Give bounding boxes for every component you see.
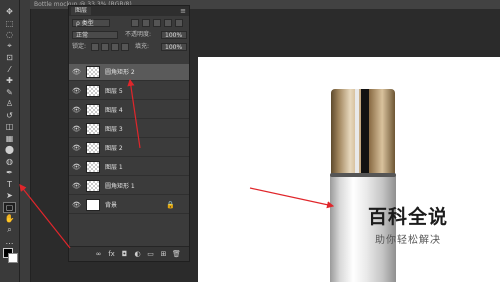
lock-pixels-icon[interactable] [91, 43, 99, 51]
rounded-rectangle-icon[interactable]: ▢ [3, 201, 16, 213]
lock-all-icon[interactable] [121, 43, 129, 51]
layer-list: 👁 圆角矩形 2 👁 图层 5 👁 图层 4 👁 图层 3 👁 图层 2 👁 图层 1 👁 圆角矩形 1 👁… [69, 64, 189, 226]
visibility-eye-icon[interactable]: 👁 [72, 182, 81, 190]
visibility-eye-icon[interactable]: 👁 [72, 106, 81, 114]
lasso-icon[interactable]: ◌ [3, 29, 16, 40]
pixel-filter-icon[interactable] [131, 19, 139, 27]
visibility-eye-icon[interactable]: 👁 [72, 125, 81, 133]
vertical-ruler [20, 0, 31, 282]
bottle-cap [331, 89, 395, 177]
layer-name: 图层 1 [105, 164, 123, 171]
layer-name: 图层 2 [105, 145, 123, 152]
watermark: 百科全说 助你轻松解决 [348, 202, 468, 262]
lock-icon: 🔒 [166, 201, 175, 209]
lock-row: 锁定: 填充: 100% [69, 43, 189, 52]
pen-icon[interactable]: ✒ [3, 167, 16, 178]
tab-layers[interactable]: 图层 [71, 7, 92, 15]
layer-row[interactable]: 👁 背景 🔒 [69, 197, 189, 214]
layer-name: 背景 [105, 202, 118, 209]
layer-name: 圆角矩形 1 [105, 183, 135, 190]
hand-icon[interactable]: ✋ [3, 213, 16, 224]
visibility-eye-icon[interactable]: 👁 [72, 68, 81, 76]
new-layer-icon[interactable]: ⊞ [159, 250, 168, 258]
layer-name: 图层 4 [105, 107, 123, 114]
watermark-title: 百科全说 [367, 206, 448, 228]
layer-thumbnail [86, 161, 100, 173]
brush-icon[interactable]: ✎ [3, 87, 16, 98]
layer-name: 图层 3 [105, 126, 123, 133]
layer-thumbnail [86, 85, 100, 97]
panel-menu-icon[interactable]: ≡ [180, 7, 186, 15]
layers-panel: 图层 ≡ ρ 类型 正常 不透明度: 100% 锁定: 填充: 100% 👁 圆角… [68, 5, 190, 262]
visibility-eye-icon[interactable]: 👁 [72, 144, 81, 152]
blend-row: 正常 不透明度: 100% [69, 31, 189, 40]
lock-paint-icon[interactable] [101, 43, 109, 51]
type-filter-icon[interactable] [153, 19, 161, 27]
visibility-eye-icon[interactable]: 👁 [72, 163, 81, 171]
layer-row[interactable]: 👁 图层 3 [69, 121, 189, 138]
quick-select-icon[interactable]: ⌖ [3, 41, 16, 52]
tools-panel: ✥ ⬚ ◌ ⌖ ⊡ ⁄ ✚ ✎ ♙ ↺ ◫ ▦ ⬤ ◍ ✒ T ➤ ▢ ✋ ⌕… [0, 0, 20, 282]
type-icon[interactable]: T [3, 179, 16, 190]
fill-field[interactable]: 100% [161, 43, 187, 51]
panel-header: 图层 ≡ [69, 6, 189, 16]
history-brush-icon[interactable]: ↺ [3, 110, 16, 121]
blend-mode-select[interactable]: 正常 [72, 31, 118, 39]
zoom-icon[interactable]: ⌕ [3, 225, 16, 236]
adjust-filter-icon[interactable] [142, 19, 150, 27]
cap-stripe [361, 89, 369, 177]
eyedropper-icon[interactable]: ⁄ [3, 64, 16, 75]
trash-icon[interactable]: 🗑 [172, 250, 181, 258]
stamp-icon[interactable]: ♙ [3, 98, 16, 109]
layer-row[interactable]: 👁 圆角矩形 1 [69, 178, 189, 195]
link-icon[interactable]: ∞ [94, 250, 103, 258]
fill-label: 填充: [135, 43, 150, 50]
background-color-swatch[interactable] [8, 253, 18, 263]
layer-name: 图层 5 [105, 88, 123, 95]
adjustment-icon[interactable]: ◐ [133, 250, 142, 258]
layer-thumbnail [86, 123, 100, 135]
path-select-icon[interactable]: ➤ [3, 190, 16, 201]
layer-thumbnail [86, 199, 100, 211]
layer-name: 圆角矩形 2 [105, 69, 135, 76]
layer-row[interactable]: 👁 图层 5 [69, 83, 189, 100]
layer-thumbnail [86, 142, 100, 154]
healing-icon[interactable]: ✚ [3, 75, 16, 86]
shape-filter-icon[interactable] [164, 19, 172, 27]
move-icon[interactable]: ✥ [3, 6, 16, 17]
opacity-label: 不透明度: [125, 31, 152, 38]
folder-icon[interactable]: ▭ [146, 250, 155, 258]
visibility-eye-icon[interactable]: 👁 [72, 87, 81, 95]
visibility-eye-icon[interactable]: 👁 [72, 201, 81, 209]
eraser-icon[interactable]: ◫ [3, 121, 16, 132]
marquee-icon[interactable]: ⬚ [3, 18, 16, 29]
dodge-icon[interactable]: ◍ [3, 156, 16, 167]
layer-thumbnail [86, 180, 100, 192]
document-canvas[interactable]: 百科全说 助你轻松解决 [198, 57, 500, 282]
opacity-field[interactable]: 100% [161, 31, 187, 39]
layer-row[interactable]: 👁 图层 1 [69, 159, 189, 176]
gradient-icon[interactable]: ▦ [3, 133, 16, 144]
watermark-subtitle: 助你轻松解决 [375, 235, 441, 246]
smart-filter-icon[interactable] [175, 19, 183, 27]
mask-icon[interactable]: ◘ [120, 250, 129, 258]
bottle-rim [330, 173, 396, 177]
panel-footer: ∞ fx ◘ ◐ ▭ ⊞ 🗑 [69, 246, 189, 261]
crop-icon[interactable]: ⊡ [3, 52, 16, 63]
fx-icon[interactable]: fx [107, 250, 116, 258]
lock-position-icon[interactable] [111, 43, 119, 51]
layer-row[interactable]: 👁 圆角矩形 2 [69, 64, 189, 81]
filter-kind-select[interactable]: ρ 类型 [72, 19, 110, 27]
layer-thumbnail [86, 104, 100, 116]
layer-thumbnail [86, 66, 100, 78]
filter-row: ρ 类型 [69, 19, 189, 28]
cap-highlight [355, 89, 359, 177]
lock-label: 锁定: [72, 43, 87, 50]
layer-row[interactable]: 👁 图层 4 [69, 102, 189, 119]
layer-row[interactable]: 👁 图层 2 [69, 140, 189, 157]
blur-icon[interactable]: ⬤ [3, 144, 16, 155]
extras-icon[interactable]: … [3, 236, 16, 247]
